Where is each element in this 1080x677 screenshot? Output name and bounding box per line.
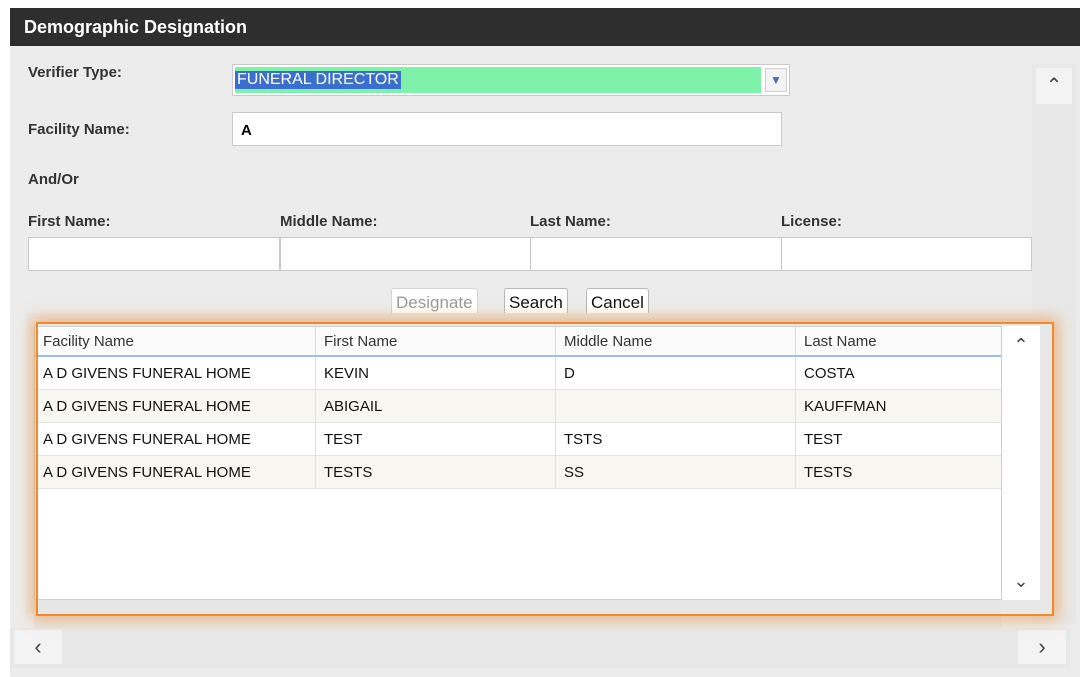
cell-last-name: TESTS	[795, 455, 1001, 489]
facility-name-label: Facility Name:	[28, 121, 130, 138]
and-or-label: And/Or	[28, 171, 79, 188]
cell-middle-name	[555, 389, 796, 423]
verifier-type-label: Verifier Type:	[28, 64, 122, 81]
grid-horizontal-scrollbar[interactable]	[34, 600, 1002, 628]
chevron-right-icon[interactable]: ›	[1018, 630, 1066, 664]
middle-name-input[interactable]	[280, 237, 531, 271]
middle-name-label: Middle Name:	[280, 213, 378, 230]
cell-middle-name: D	[555, 356, 796, 390]
cell-facility-name: A D GIVENS FUNERAL HOME	[35, 389, 316, 423]
col-first-name[interactable]: First Name	[315, 327, 556, 357]
verifier-type-select[interactable]: FUNERAL DIRECTOR ▼	[232, 64, 790, 96]
cell-middle-name: SS	[555, 455, 796, 489]
col-facility-name[interactable]: Facility Name	[35, 327, 316, 357]
results-grid: Facility Name First Name Middle Name Las…	[34, 326, 1002, 600]
dialog-title: Demographic Designation	[10, 8, 1080, 46]
table-row[interactable]: A D GIVENS FUNERAL HOME TEST TSTS TEST	[35, 422, 1001, 456]
license-label: License:	[781, 213, 842, 230]
cell-facility-name: A D GIVENS FUNERAL HOME	[35, 422, 316, 456]
last-name-label: Last Name:	[530, 213, 611, 230]
chevron-up-icon[interactable]: ⌃	[1006, 330, 1036, 360]
first-name-label: First Name:	[28, 213, 111, 230]
facility-name-input[interactable]: A	[232, 112, 782, 146]
cell-facility-name: A D GIVENS FUNERAL HOME	[35, 356, 316, 390]
verifier-type-value: FUNERAL DIRECTOR	[235, 71, 401, 89]
demographic-designation-dialog: Demographic Designation Verifier Type: F…	[10, 8, 1080, 677]
license-input[interactable]	[781, 237, 1032, 271]
cell-last-name: KAUFFMAN	[795, 389, 1001, 423]
cell-last-name: TEST	[795, 422, 1001, 456]
first-name-input[interactable]	[28, 237, 280, 271]
table-row[interactable]: A D GIVENS FUNERAL HOME KEVIN D COSTA	[35, 356, 1001, 390]
cell-first-name: KEVIN	[315, 356, 556, 390]
chevron-down-icon[interactable]: ⌄	[1006, 566, 1036, 596]
cell-middle-name: TSTS	[555, 422, 796, 456]
grid-header-row: Facility Name First Name Middle Name Las…	[35, 327, 1001, 357]
cell-first-name: TEST	[315, 422, 556, 456]
chevron-up-icon[interactable]: ⌃	[1036, 68, 1072, 104]
table-row[interactable]: A D GIVENS FUNERAL HOME TESTS SS TESTS	[35, 455, 1001, 489]
last-name-input[interactable]	[530, 237, 782, 271]
cell-facility-name: A D GIVENS FUNERAL HOME	[35, 455, 316, 489]
cell-first-name: TESTS	[315, 455, 556, 489]
dialog-horizontal-scrollbar[interactable]: ‹ ›	[10, 628, 1070, 668]
grid-vertical-scrollbar[interactable]: ⌃ ⌄	[1002, 326, 1040, 600]
col-middle-name[interactable]: Middle Name	[555, 327, 796, 357]
cell-first-name: ABIGAIL	[315, 389, 556, 423]
table-row[interactable]: A D GIVENS FUNERAL HOME ABIGAIL KAUFFMAN	[35, 389, 1001, 423]
col-last-name[interactable]: Last Name	[795, 327, 1001, 357]
chevron-left-icon[interactable]: ‹	[14, 630, 62, 664]
chevron-down-icon[interactable]: ▼	[765, 68, 787, 92]
cell-last-name: COSTA	[795, 356, 1001, 390]
